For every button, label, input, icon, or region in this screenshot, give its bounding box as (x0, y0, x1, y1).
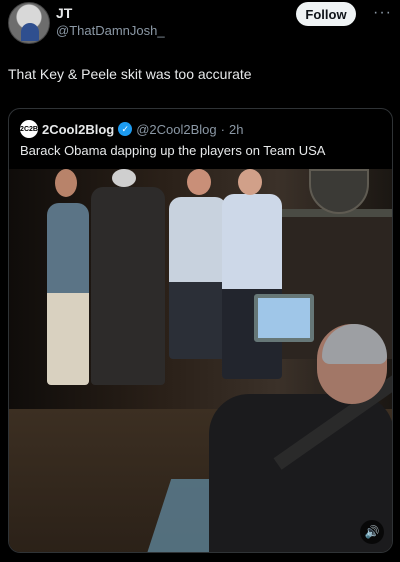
tweet-header: JT @ThatDamnJosh_ Follow ··· (8, 2, 392, 46)
video-person-1 (47, 203, 89, 385)
embedded-video[interactable]: 🔊 (9, 169, 392, 552)
quoted-tweet-header: 2C2B 2Cool2Blog ✓ @2Cool2Blog · 2h (20, 120, 384, 138)
video-person-2 (91, 187, 165, 385)
follow-button[interactable]: Follow (296, 2, 356, 26)
quoted-time[interactable]: 2h (229, 122, 243, 137)
author-name[interactable]: JT (56, 5, 72, 21)
video-person-1-head (55, 169, 77, 197)
video-person-4 (222, 194, 282, 379)
avatar[interactable] (8, 2, 50, 44)
video-monitor (254, 294, 314, 342)
tweet-text: That Key & Peele skit was too accurate (8, 66, 252, 82)
quoted-author-handle[interactable]: @2Cool2Blog (136, 122, 216, 137)
quoted-author-name[interactable]: 2Cool2Blog (42, 122, 114, 137)
video-person-3 (169, 197, 227, 359)
video-person-3-head (187, 169, 211, 195)
author-handle[interactable]: @ThatDamnJosh_ (56, 23, 165, 38)
video-person-2-head (112, 169, 136, 187)
separator: · (220, 121, 225, 137)
quoted-avatar: 2C2B (20, 120, 38, 138)
quoted-tweet[interactable]: 2C2B 2Cool2Blog ✓ @2Cool2Blog · 2h Barac… (8, 108, 393, 553)
quoted-text: Barack Obama dapping up the players on T… (20, 143, 326, 158)
more-dots-icon[interactable]: ··· (373, 4, 392, 22)
speaker-icon[interactable]: 🔊 (360, 520, 384, 544)
video-person-4-head (238, 169, 262, 195)
verified-badge-icon: ✓ (118, 122, 133, 136)
